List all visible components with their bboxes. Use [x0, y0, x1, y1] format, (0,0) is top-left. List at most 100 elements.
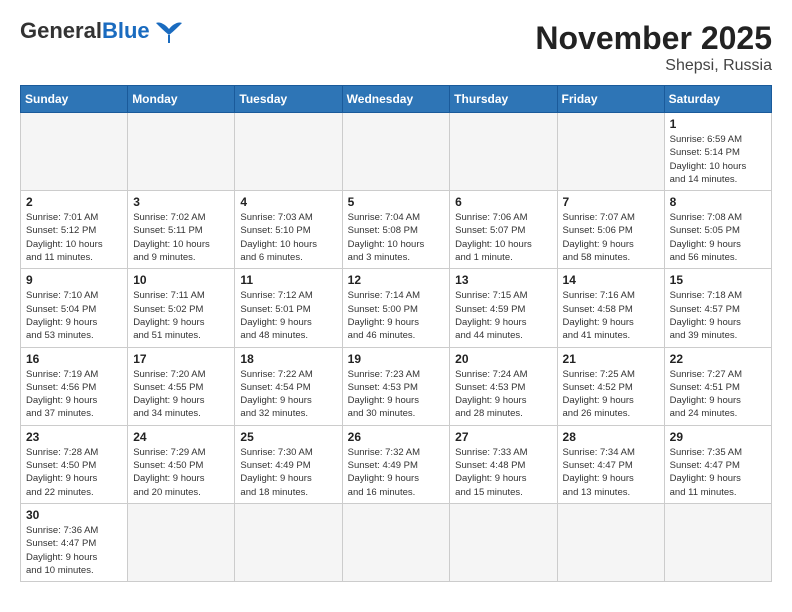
- day-info: Sunrise: 7:14 AM Sunset: 5:00 PM Dayligh…: [348, 289, 445, 342]
- day-number: 30: [26, 508, 122, 522]
- day-info: Sunrise: 7:34 AM Sunset: 4:47 PM Dayligh…: [563, 446, 659, 499]
- day-number: 14: [563, 273, 659, 287]
- day-info: Sunrise: 7:35 AM Sunset: 4:47 PM Dayligh…: [670, 446, 766, 499]
- day-info: Sunrise: 7:19 AM Sunset: 4:56 PM Dayligh…: [26, 368, 122, 421]
- day-info: Sunrise: 7:24 AM Sunset: 4:53 PM Dayligh…: [455, 368, 551, 421]
- day-info: Sunrise: 7:16 AM Sunset: 4:58 PM Dayligh…: [563, 289, 659, 342]
- calendar-cell: 3Sunrise: 7:02 AM Sunset: 5:11 PM Daylig…: [128, 191, 235, 269]
- day-number: 11: [240, 273, 336, 287]
- calendar-cell: 28 Sunrise: 7:34 AM Sunset: 4:47 PM Dayli…: [557, 425, 664, 503]
- day-number: 28: [563, 430, 659, 444]
- day-info: Sunrise: 7:02 AM Sunset: 5:11 PM Dayligh…: [133, 211, 229, 264]
- day-info: Sunrise: 7:23 AM Sunset: 4:53 PM Dayligh…: [348, 368, 445, 421]
- calendar-cell: 29 Sunrise: 7:35 AM Sunset: 4:47 PM Dayli…: [664, 425, 771, 503]
- day-number: 20: [455, 352, 551, 366]
- calendar-cell: 21Sunrise: 7:25 AM Sunset: 4:52 PM Dayli…: [557, 347, 664, 425]
- day-number: 6: [455, 195, 551, 209]
- calendar-cell: 19 Sunrise: 7:23 AM Sunset: 4:53 PM Dayli…: [342, 347, 450, 425]
- day-number: 29: [670, 430, 766, 444]
- calendar-cell: [557, 113, 664, 191]
- weekday-header-wednesday: Wednesday: [342, 86, 450, 113]
- calendar-cell: 17Sunrise: 7:20 AM Sunset: 4:55 PM Dayli…: [128, 347, 235, 425]
- calendar-cell: 2 Sunrise: 7:01 AM Sunset: 5:12 PM Daylig…: [21, 191, 128, 269]
- page-header: GeneralBlue November 2025 Shepsi, Russia: [20, 20, 772, 75]
- calendar-row: 16 Sunrise: 7:19 AM Sunset: 4:56 PM Dayli…: [21, 347, 772, 425]
- calendar-cell: 16 Sunrise: 7:19 AM Sunset: 4:56 PM Dayli…: [21, 347, 128, 425]
- day-number: 19: [348, 352, 445, 366]
- calendar-cell: 24Sunrise: 7:29 AM Sunset: 4:50 PM Dayli…: [128, 425, 235, 503]
- calendar-cell: 30 Sunrise: 7:36 AM Sunset: 4:47 PM Dayli…: [21, 503, 128, 581]
- logo: GeneralBlue: [20, 20, 184, 43]
- day-info: Sunrise: 7:08 AM Sunset: 5:05 PM Dayligh…: [670, 211, 766, 264]
- day-info: Sunrise: 7:22 AM Sunset: 4:54 PM Dayligh…: [240, 368, 336, 421]
- calendar-cell: 27Sunrise: 7:33 AM Sunset: 4:48 PM Dayli…: [450, 425, 557, 503]
- day-number: 5: [348, 195, 445, 209]
- day-number: 4: [240, 195, 336, 209]
- calendar-cell: [128, 503, 235, 581]
- day-info: Sunrise: 7:11 AM Sunset: 5:02 PM Dayligh…: [133, 289, 229, 342]
- calendar-cell: [235, 113, 342, 191]
- logo-bird-icon: [154, 21, 184, 43]
- day-number: 15: [670, 273, 766, 287]
- day-info: Sunrise: 7:29 AM Sunset: 4:50 PM Dayligh…: [133, 446, 229, 499]
- day-info: Sunrise: 7:27 AM Sunset: 4:51 PM Dayligh…: [670, 368, 766, 421]
- calendar-cell: [128, 113, 235, 191]
- day-info: Sunrise: 7:20 AM Sunset: 4:55 PM Dayligh…: [133, 368, 229, 421]
- calendar-cell: 14 Sunrise: 7:16 AM Sunset: 4:58 PM Dayli…: [557, 269, 664, 347]
- calendar-cell: [557, 503, 664, 581]
- day-info: Sunrise: 7:33 AM Sunset: 4:48 PM Dayligh…: [455, 446, 551, 499]
- day-number: 13: [455, 273, 551, 287]
- calendar-cell: 6 Sunrise: 7:06 AM Sunset: 5:07 PM Daylig…: [450, 191, 557, 269]
- calendar-row: 30 Sunrise: 7:36 AM Sunset: 4:47 PM Dayli…: [21, 503, 772, 581]
- weekday-header-saturday: Saturday: [664, 86, 771, 113]
- calendar-cell: [664, 503, 771, 581]
- day-number: 2: [26, 195, 122, 209]
- calendar-cell: 22 Sunrise: 7:27 AM Sunset: 4:51 PM Dayli…: [664, 347, 771, 425]
- calendar-cell: [342, 113, 450, 191]
- day-info: Sunrise: 7:07 AM Sunset: 5:06 PM Dayligh…: [563, 211, 659, 264]
- day-info: Sunrise: 7:28 AM Sunset: 4:50 PM Dayligh…: [26, 446, 122, 499]
- calendar-row: 23 Sunrise: 7:28 AM Sunset: 4:50 PM Dayli…: [21, 425, 772, 503]
- day-info: Sunrise: 7:15 AM Sunset: 4:59 PM Dayligh…: [455, 289, 551, 342]
- calendar-row: 2 Sunrise: 7:01 AM Sunset: 5:12 PM Daylig…: [21, 191, 772, 269]
- day-info: Sunrise: 7:01 AM Sunset: 5:12 PM Dayligh…: [26, 211, 122, 264]
- calendar-cell: 11Sunrise: 7:12 AM Sunset: 5:01 PM Dayli…: [235, 269, 342, 347]
- day-info: Sunrise: 7:03 AM Sunset: 5:10 PM Dayligh…: [240, 211, 336, 264]
- day-info: Sunrise: 7:06 AM Sunset: 5:07 PM Dayligh…: [455, 211, 551, 264]
- calendar-cell: [450, 113, 557, 191]
- day-number: 22: [670, 352, 766, 366]
- calendar-cell: 25Sunrise: 7:30 AM Sunset: 4:49 PM Dayli…: [235, 425, 342, 503]
- title-block: November 2025 Shepsi, Russia: [535, 20, 772, 75]
- month-title: November 2025: [535, 20, 772, 57]
- day-number: 16: [26, 352, 122, 366]
- logo-general: General: [20, 18, 102, 43]
- calendar-cell: 8 Sunrise: 7:08 AM Sunset: 5:05 PM Daylig…: [664, 191, 771, 269]
- day-number: 18: [240, 352, 336, 366]
- calendar-cell: 9 Sunrise: 7:10 AM Sunset: 5:04 PM Daylig…: [21, 269, 128, 347]
- calendar-cell: 5 Sunrise: 7:04 AM Sunset: 5:08 PM Daylig…: [342, 191, 450, 269]
- day-number: 26: [348, 430, 445, 444]
- calendar-cell: 1Sunrise: 6:59 AM Sunset: 5:14 PM Daylig…: [664, 113, 771, 191]
- day-number: 7: [563, 195, 659, 209]
- weekday-header-thursday: Thursday: [450, 86, 557, 113]
- calendar-cell: 12Sunrise: 7:14 AM Sunset: 5:00 PM Dayli…: [342, 269, 450, 347]
- weekday-header-tuesday: Tuesday: [235, 86, 342, 113]
- calendar-cell: 20 Sunrise: 7:24 AM Sunset: 4:53 PM Dayli…: [450, 347, 557, 425]
- day-info: Sunrise: 6:59 AM Sunset: 5:14 PM Dayligh…: [670, 133, 766, 186]
- weekday-header-sunday: Sunday: [21, 86, 128, 113]
- calendar-cell: 23 Sunrise: 7:28 AM Sunset: 4:50 PM Dayli…: [21, 425, 128, 503]
- calendar-cell: 7 Sunrise: 7:07 AM Sunset: 5:06 PM Daylig…: [557, 191, 664, 269]
- day-number: 8: [670, 195, 766, 209]
- calendar-cell: 4 Sunrise: 7:03 AM Sunset: 5:10 PM Daylig…: [235, 191, 342, 269]
- calendar-cell: 18 Sunrise: 7:22 AM Sunset: 4:54 PM Dayli…: [235, 347, 342, 425]
- day-number: 23: [26, 430, 122, 444]
- day-info: Sunrise: 7:04 AM Sunset: 5:08 PM Dayligh…: [348, 211, 445, 264]
- day-info: Sunrise: 7:10 AM Sunset: 5:04 PM Dayligh…: [26, 289, 122, 342]
- day-info: Sunrise: 7:36 AM Sunset: 4:47 PM Dayligh…: [26, 524, 122, 577]
- calendar-cell: [21, 113, 128, 191]
- calendar-header-row: SundayMondayTuesdayWednesdayThursdayFrid…: [21, 86, 772, 113]
- day-number: 9: [26, 273, 122, 287]
- calendar-table: SundayMondayTuesdayWednesdayThursdayFrid…: [20, 85, 772, 582]
- day-info: Sunrise: 7:18 AM Sunset: 4:57 PM Dayligh…: [670, 289, 766, 342]
- weekday-header-friday: Friday: [557, 86, 664, 113]
